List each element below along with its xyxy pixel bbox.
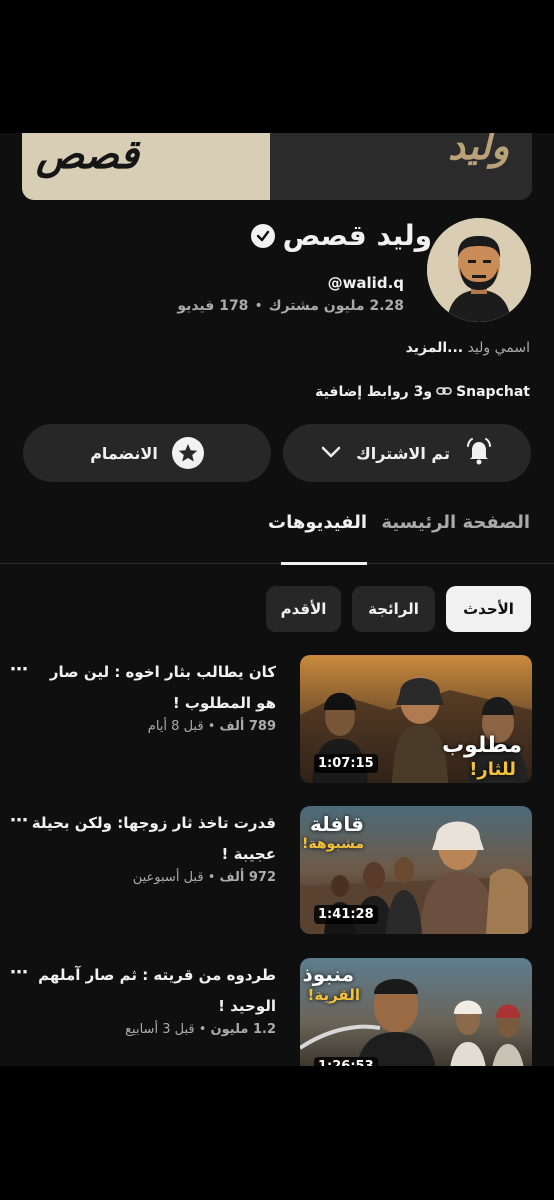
banner-right-panel: وليد bbox=[270, 133, 532, 200]
bell-icon bbox=[464, 436, 494, 470]
video-thumbnail[interactable]: منبوذ القرية! 1:26:53 bbox=[300, 958, 532, 1066]
channel-banner[interactable]: قصص وليد bbox=[22, 133, 532, 200]
more-options-icon[interactable]: ⋯ bbox=[10, 962, 29, 983]
tab-home[interactable]: الصفحة الرئيسية bbox=[381, 512, 530, 533]
star-badge-icon bbox=[171, 437, 204, 469]
thumbnail-caption-line1: منبوذ bbox=[302, 962, 354, 986]
extra-links-text[interactable]: و3 روابط إضافية bbox=[315, 384, 432, 400]
video-thumbnail[interactable]: مطلوب للثار! 1:07:15 bbox=[300, 655, 532, 783]
channel-description[interactable]: اسمي وليد ...المزيد bbox=[406, 340, 530, 356]
video-duration: 1:07:15 bbox=[314, 754, 378, 773]
banner-script-right: وليد bbox=[448, 133, 510, 168]
thumbnail-caption-line2: للثار! bbox=[469, 759, 516, 780]
thumbnail-caption-line1: قافلة bbox=[310, 812, 364, 836]
video-title[interactable]: طردوه من قريته : ثم صار آملهم الوحيد ! bbox=[26, 960, 276, 1022]
chip-popular[interactable]: الرائجة bbox=[352, 586, 435, 632]
video-views: 1.2 مليون bbox=[210, 1022, 276, 1037]
subscribed-label: تم الاشتراك bbox=[356, 443, 450, 463]
video-meta: 972 ألف • قبل أسبوعين bbox=[132, 870, 277, 885]
channel-tabs: الصفحة الرئيسية الفيديوهات bbox=[0, 508, 554, 565]
thumbnail-caption-line2: القرية! bbox=[307, 986, 360, 1004]
video-duration: 1:26:53 bbox=[314, 1057, 378, 1066]
video-views: 972 ألف bbox=[219, 870, 277, 885]
active-tab-indicator bbox=[281, 562, 367, 565]
video-item[interactable]: مطلوب للثار! 1:07:15 كان يطالب بثار اخوه… bbox=[0, 655, 554, 785]
verified-check-icon bbox=[250, 223, 275, 248]
chip-oldest[interactable]: الأقدم bbox=[266, 586, 341, 632]
thumbnail-caption-line2: مشبوهة! bbox=[302, 836, 364, 852]
subscriber-count: 2.28 مليون مشترك bbox=[268, 298, 404, 314]
more-options-icon[interactable]: ⋯ bbox=[10, 810, 29, 831]
tab-videos[interactable]: الفيديوهات bbox=[268, 512, 367, 533]
avatar-illustration bbox=[427, 218, 531, 322]
stats-separator: • bbox=[254, 298, 263, 314]
link-chain-icon bbox=[436, 384, 452, 400]
channel-avatar[interactable] bbox=[427, 218, 531, 322]
video-duration: 1:41:28 bbox=[314, 905, 378, 924]
chevron-down-icon bbox=[320, 444, 342, 463]
video-count: 178 فيديو bbox=[177, 298, 249, 314]
join-label: الانضمام bbox=[90, 443, 158, 463]
more-options-icon[interactable]: ⋯ bbox=[10, 659, 29, 680]
thumbnail-caption-line1: مطلوب bbox=[442, 733, 522, 758]
video-meta: 1.2 مليون • قبل 3 أسابيع bbox=[125, 1022, 276, 1037]
video-views: 789 ألف bbox=[219, 719, 277, 734]
video-age: قبل 3 أسابيع bbox=[125, 1022, 195, 1037]
channel-stats: 2.28 مليون مشترك • 178 فيديو bbox=[177, 298, 404, 314]
video-title[interactable]: قدرت تاخذ ثار زوجها: ولكن بحيلة عجيبة ! bbox=[26, 808, 276, 870]
video-item[interactable]: منبوذ القرية! 1:26:53 طردوه من قريته : ث… bbox=[0, 958, 554, 1066]
video-title[interactable]: كان يطالب بثار اخوه : لين صار هو المطلوب… bbox=[26, 657, 276, 719]
link-snapchat[interactable]: Snapchat bbox=[456, 384, 530, 400]
channel-links[interactable]: Snapchat و3 روابط إضافية bbox=[315, 384, 530, 400]
video-item[interactable]: قافلة مشبوهة! 1:41:28 قدرت تاخذ ثار زوجه… bbox=[0, 806, 554, 936]
banner-script-left: قصص bbox=[36, 133, 139, 178]
channel-screen: قصص وليد وليد قصص @walid.q 2.28 مليون مش… bbox=[0, 133, 554, 1066]
video-thumbnail[interactable]: قافلة مشبوهة! 1:41:28 bbox=[300, 806, 532, 934]
banner-left-panel: قصص bbox=[22, 133, 270, 200]
video-age: قبل 8 أيام bbox=[147, 719, 204, 734]
description-text: اسمي وليد bbox=[467, 340, 530, 356]
subscribed-button[interactable]: تم الاشتراك bbox=[283, 424, 531, 482]
channel-name-text: وليد قصص bbox=[282, 219, 432, 252]
channel-handle: @walid.q bbox=[327, 274, 404, 292]
video-age: قبل أسبوعين bbox=[132, 870, 204, 885]
video-meta: 789 ألف • قبل 8 أيام bbox=[147, 719, 277, 734]
description-more-link[interactable]: ...المزيد bbox=[406, 340, 463, 356]
chip-latest[interactable]: الأحدث bbox=[446, 586, 531, 632]
join-button[interactable]: الانضمام bbox=[23, 424, 271, 482]
channel-title: وليد قصص bbox=[250, 219, 432, 252]
